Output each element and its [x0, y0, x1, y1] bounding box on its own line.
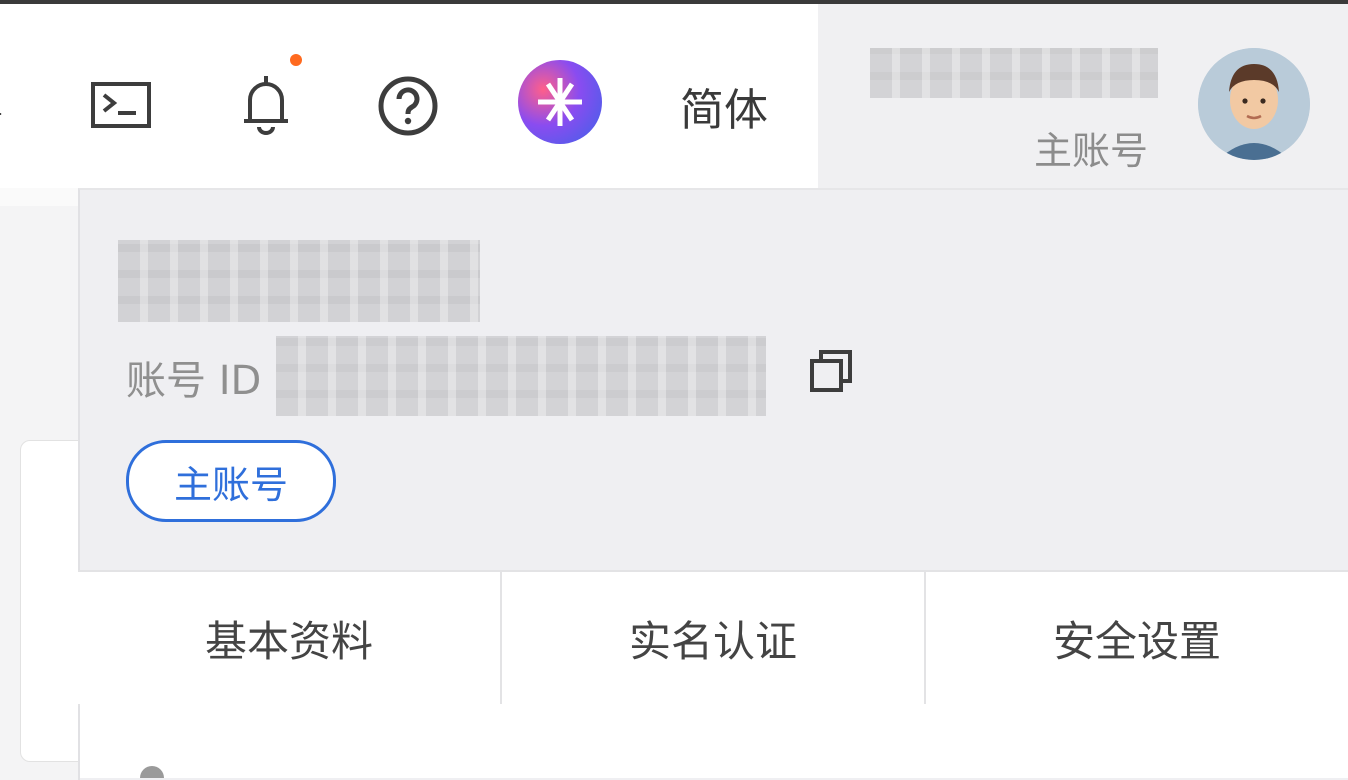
panel-content-area	[80, 704, 1348, 778]
tab-basic-info[interactable]: 基本资料	[78, 572, 502, 704]
redacted-account-id	[276, 336, 766, 416]
bell-icon[interactable]	[234, 70, 298, 138]
copy-icon[interactable]	[808, 348, 854, 394]
truncated-nav-item: ₁	[0, 80, 3, 124]
redacted-account-display-name	[118, 240, 480, 322]
tab-security-settings[interactable]: 安全设置	[926, 572, 1348, 704]
notification-dot	[290, 54, 302, 66]
account-tabs: 基本资料 实名认证 安全设置	[78, 570, 1348, 706]
account-id-label: 账号 ID	[126, 358, 262, 404]
redacted-account-name	[870, 48, 1158, 98]
tab-real-name-verification[interactable]: 实名认证	[502, 572, 926, 704]
ai-assistant-icon[interactable]	[518, 60, 602, 144]
terminal-icon[interactable]	[88, 78, 154, 132]
page-background-band	[0, 188, 78, 206]
avatar[interactable]	[1198, 48, 1310, 160]
language-switch[interactable]: 简体	[680, 74, 768, 138]
header-account-role: 主账号	[1034, 129, 1149, 173]
role-tag: 主账号	[126, 440, 336, 522]
help-icon[interactable]	[376, 74, 440, 138]
